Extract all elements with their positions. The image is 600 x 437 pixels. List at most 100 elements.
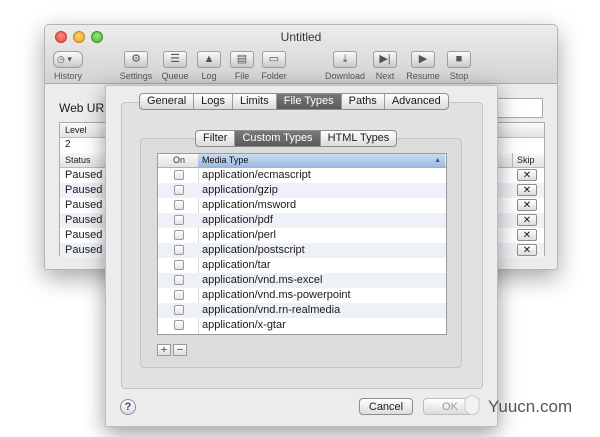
enable-checkbox[interactable]	[174, 290, 184, 300]
tab-advanced[interactable]: Advanced	[383, 94, 448, 109]
queue-button[interactable]: ☰ Queue	[159, 51, 191, 81]
list-item[interactable]: application/postscript	[158, 243, 446, 258]
cancel-button[interactable]: Cancel	[359, 398, 413, 415]
enable-checkbox[interactable]	[174, 305, 184, 315]
list-item[interactable]: application/pdf	[158, 213, 446, 228]
log-label: Log	[201, 71, 217, 81]
enable-checkbox[interactable]	[174, 320, 184, 330]
download-label: Download	[324, 71, 366, 81]
enable-checkbox[interactable]	[174, 245, 184, 255]
skip-button[interactable]: ✕	[517, 229, 537, 241]
file-label: File	[234, 71, 250, 81]
status-cell: Paused	[65, 229, 103, 241]
list-item[interactable]: application/msword	[158, 198, 446, 213]
media-type-cell: application/x-gtar	[202, 319, 286, 331]
download-button[interactable]: ⤓ Download	[323, 51, 367, 81]
enable-checkbox[interactable]	[174, 275, 184, 285]
enable-checkbox[interactable]	[174, 185, 184, 195]
list-item[interactable]: application/x-gtar	[158, 318, 446, 333]
skip-button[interactable]: ✕	[517, 214, 537, 226]
folder-icon: ▭	[262, 51, 286, 68]
preference-tabs: General Logs Limits File Types Paths Adv…	[139, 93, 449, 110]
log-button[interactable]: ▲ Log	[195, 51, 223, 81]
skip-button[interactable]: ✕	[517, 184, 537, 196]
resume-button[interactable]: ▶ Resume	[405, 51, 441, 81]
next-label: Next	[375, 71, 395, 81]
enable-checkbox[interactable]	[174, 200, 184, 210]
gear-icon: ⚙	[124, 51, 148, 68]
tab-logs[interactable]: Logs	[193, 94, 232, 109]
watermark-text: Yuucn.com	[488, 397, 573, 416]
status-cell: Paused	[65, 214, 103, 226]
next-button[interactable]: ▶| Next	[372, 51, 398, 81]
tab-limits[interactable]: Limits	[232, 94, 276, 109]
list-item[interactable]: application/vnd.rn-realmedia	[158, 303, 446, 318]
skip-button[interactable]: ✕	[517, 244, 537, 256]
add-remove-controls: + −	[157, 344, 189, 356]
download-icon: ⤓	[333, 51, 357, 68]
skip-button[interactable]: ✕	[517, 169, 537, 181]
status-cell: Paused	[65, 169, 103, 181]
enable-checkbox[interactable]	[174, 215, 184, 225]
media-type-cell: application/postscript	[202, 244, 305, 256]
media-type-list: On Media Type ▲ application/ecmascript a…	[157, 153, 447, 335]
media-type-cell: application/vnd.ms-powerpoint	[202, 289, 351, 301]
window-title: Untitled	[280, 30, 322, 44]
media-type-cell: application/vnd.rn-realmedia	[202, 304, 341, 316]
enable-checkbox[interactable]	[174, 170, 184, 180]
folder-label: Folder	[261, 71, 287, 81]
media-type-cell: application/perl	[202, 229, 276, 241]
queue-icon: ☰	[163, 51, 187, 68]
skip-next-icon: ▶|	[373, 51, 397, 68]
tab-paths[interactable]: Paths	[340, 94, 384, 109]
play-icon: ▶	[411, 51, 435, 68]
list-item[interactable]: application/ecmascript	[158, 168, 446, 183]
list-item[interactable]: application/tar	[158, 258, 446, 273]
status-cell: Paused	[65, 184, 103, 196]
list-header: On Media Type ▲	[158, 154, 446, 168]
tab-general[interactable]: General	[140, 94, 193, 109]
web-url-field[interactable]	[493, 98, 543, 118]
settings-button[interactable]: ⚙ Settings	[119, 51, 153, 81]
file-button[interactable]: ▤ File	[228, 51, 256, 81]
status-cell: Paused	[65, 199, 103, 211]
list-item[interactable]: application/vnd.ms-excel	[158, 273, 446, 288]
subtab-custom-types[interactable]: Custom Types	[234, 131, 320, 146]
remove-type-button[interactable]: −	[173, 344, 187, 356]
media-type-column-header[interactable]: Media Type ▲	[198, 154, 445, 167]
skip-header: Skip	[517, 155, 535, 165]
queue-label: Queue	[161, 71, 189, 81]
media-type-cell: application/msword	[202, 199, 297, 211]
folder-button[interactable]: ▭ Folder	[259, 51, 289, 81]
stop-button[interactable]: ■ Stop	[446, 51, 472, 81]
on-column-header[interactable]: On	[168, 154, 190, 167]
media-type-cell: application/tar	[202, 259, 271, 271]
status-header: Status	[65, 155, 91, 165]
list-item[interactable]: application/perl	[158, 228, 446, 243]
enable-checkbox[interactable]	[174, 230, 184, 240]
media-type-cell: application/ecmascript	[202, 169, 311, 181]
subtab-filter[interactable]: Filter	[196, 131, 234, 146]
title-bar: Untitled ◷ ▾ History ⚙ Settings ☰ Queue …	[45, 25, 557, 84]
skip-button[interactable]: ✕	[517, 199, 537, 211]
history-button[interactable]: ◷ ▾ History	[53, 51, 83, 81]
media-type-cell: application/pdf	[202, 214, 273, 226]
add-type-button[interactable]: +	[157, 344, 171, 356]
subtab-html-types[interactable]: HTML Types	[319, 131, 397, 146]
resume-label: Resume	[406, 71, 440, 81]
list-item[interactable]: application/vnd.ms-powerpoint	[158, 288, 446, 303]
sort-ascending-icon: ▲	[434, 157, 441, 164]
level-value: 2	[65, 139, 71, 150]
file-type-subtabs: Filter Custom Types HTML Types	[195, 130, 398, 147]
status-cell: Paused	[65, 244, 103, 256]
watermark-logo-icon	[464, 394, 480, 416]
warning-icon: ▲	[197, 51, 221, 68]
enable-checkbox[interactable]	[174, 260, 184, 270]
history-icon: ◷ ▾	[53, 51, 83, 68]
stop-label: Stop	[449, 71, 469, 81]
tab-file-types[interactable]: File Types	[275, 94, 341, 109]
media-type-cell: application/vnd.ms-excel	[202, 274, 323, 286]
list-item[interactable]: application/gzip	[158, 183, 446, 198]
help-button[interactable]: ?	[120, 399, 136, 415]
settings-label: Settings	[119, 71, 153, 81]
